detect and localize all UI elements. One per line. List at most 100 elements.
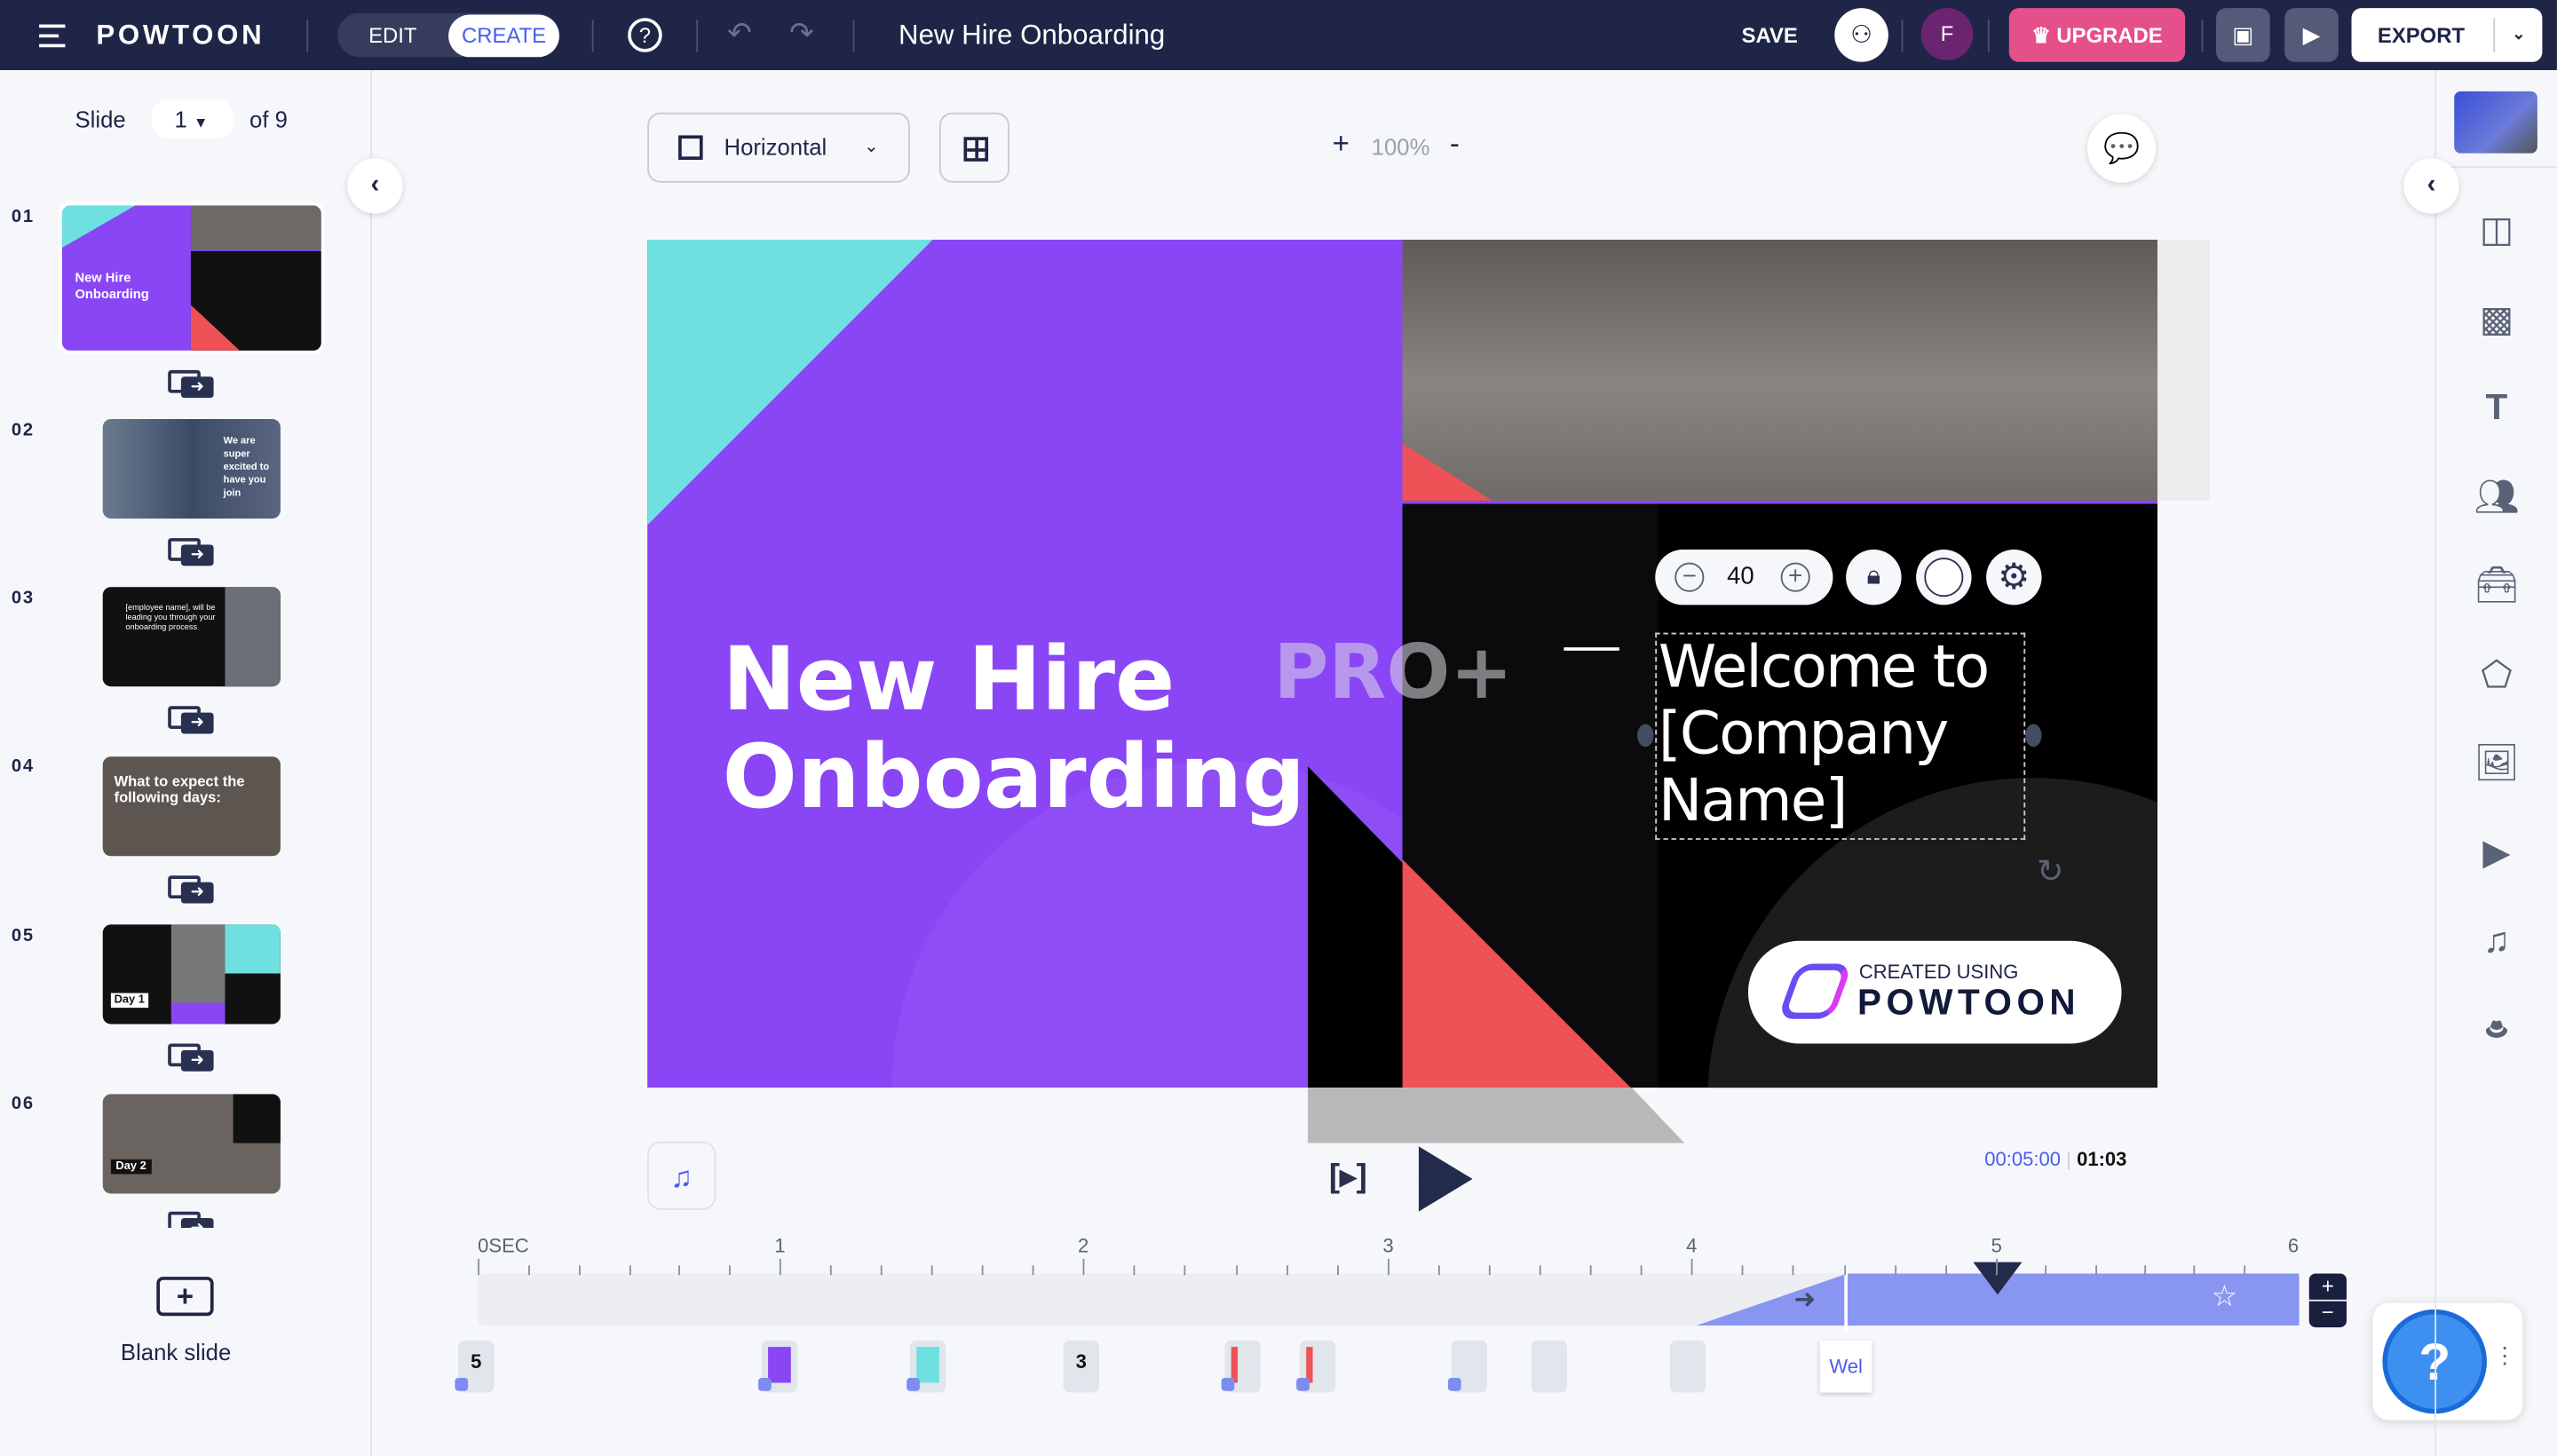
timeline-zoom-in-button[interactable]: + (2308, 1273, 2347, 1300)
music-button[interactable]: ♫ (647, 1141, 716, 1210)
transition-button[interactable]: ➜ (168, 875, 214, 905)
transition-button[interactable]: ➜ (168, 706, 214, 735)
lock-icon[interactable]: 🔒︎ (1846, 549, 1902, 605)
timeline-element-marker[interactable] (906, 1340, 946, 1393)
transition-button[interactable]: ➜ (168, 369, 214, 400)
decrease-size-icon[interactable]: − (1674, 562, 1705, 592)
timeline-element-marker[interactable] (1296, 1340, 1336, 1393)
badge-caption: CREATED USING (1858, 960, 2019, 984)
thumbnail-text: New Hire Onboarding (75, 270, 149, 302)
export-button[interactable]: EXPORT ⌄ (2351, 8, 2543, 62)
slide-thumbnail-1[interactable]: New Hire Onboarding (59, 202, 325, 354)
layouts-icon[interactable]: ◫ (2466, 205, 2528, 254)
upgrade-button[interactable]: ♛ UPGRADE (2008, 8, 2186, 62)
user-avatar[interactable]: F (1920, 8, 1974, 60)
redo-icon[interactable]: ↷ (789, 16, 814, 51)
orientation-dropdown[interactable]: Horizontal ⌄ (647, 112, 910, 183)
slide-thumbnail-5[interactable]: Day 1 (102, 924, 281, 1025)
timeline-element-marker[interactable] (1669, 1340, 1706, 1393)
slide-label: Slide (75, 106, 126, 132)
slide-thumbnail-6[interactable]: Day 2 (102, 1094, 281, 1194)
record-thumbnail[interactable] (2454, 91, 2537, 154)
marker-label: 3 (1075, 1349, 1087, 1373)
timeline-zoom-out-button[interactable]: − (2308, 1301, 2347, 1328)
timeline-tick (578, 1265, 581, 1276)
help-icon[interactable]: ? (628, 18, 662, 52)
timeline-label: 3 (1382, 1234, 1394, 1258)
transition-button[interactable]: ➜ (168, 538, 214, 567)
transition-button[interactable]: ➜ (168, 1043, 214, 1072)
timeline-label: 6 (2287, 1234, 2300, 1258)
add-blank-slide-icon[interactable]: + (156, 1277, 214, 1317)
slide-number: 01 (11, 207, 36, 227)
powtoon-logo-icon (1777, 963, 1853, 1019)
zoom-level: 100% (1371, 133, 1430, 160)
text-icon[interactable]: T (2466, 384, 2528, 432)
timeline-element-marker[interactable]: 3 (1063, 1340, 1099, 1393)
grid-toggle-button[interactable] (938, 112, 1009, 183)
magic-hat-icon[interactable]: 🎩︎ (2466, 1006, 2528, 1055)
blank-slide-button[interactable]: Blank slide (121, 1339, 231, 1365)
rotate-handle-icon[interactable]: ↻ (2037, 851, 2064, 892)
add-comment-button[interactable]: 💬 (2086, 114, 2157, 183)
zoom-out-button[interactable]: - (1450, 127, 1460, 162)
resize-handle-right[interactable] (2025, 724, 2042, 748)
collapse-left-panel-button[interactable]: ‹ (347, 158, 403, 214)
backgrounds-icon[interactable]: ▩ (2466, 295, 2528, 344)
save-button[interactable]: SAVE (1742, 23, 1798, 48)
music-icon[interactable]: ♫ (2466, 916, 2528, 965)
timeline-tick (880, 1265, 883, 1276)
timeline-tick (1082, 1258, 1085, 1276)
timeline-element-marker[interactable] (758, 1340, 798, 1393)
timeline-element-marker[interactable]: 5 (455, 1340, 495, 1393)
zoom-in-button[interactable]: + (1333, 127, 1350, 162)
font-size-value[interactable]: 40 (1727, 550, 1754, 605)
pro-watermark: PRO+ (1273, 628, 1514, 716)
timeline-label: 1 (774, 1234, 786, 1258)
timeline-tick (829, 1265, 832, 1276)
enter-animation-icon[interactable]: ➜ (1793, 1283, 1816, 1316)
slide-number-select[interactable]: 1 ▼ (151, 99, 234, 139)
shapes-icon[interactable]: ⬠ (2466, 651, 2528, 700)
timeline-element-marker[interactable] (1447, 1340, 1488, 1393)
play-from-here-button[interactable]: [▸] (1329, 1156, 1367, 1197)
resize-handle-left[interactable] (1637, 724, 1654, 748)
timeline-tick (1336, 1265, 1339, 1276)
menu-icon[interactable] (39, 24, 66, 48)
active-element-marker[interactable]: Wel (1819, 1340, 1872, 1393)
timeline-element-marker[interactable] (1531, 1340, 1568, 1393)
thumbnail-text: Day 2 (110, 1159, 152, 1175)
collapse-right-panel-button[interactable]: ‹ (2403, 158, 2459, 214)
create-mode-button[interactable]: CREATE (448, 14, 559, 58)
timeline-tick (1133, 1265, 1136, 1276)
export-dropdown-icon[interactable]: ⌄ (2493, 18, 2542, 52)
invite-user-icon[interactable]: ⚇ (1834, 8, 1888, 62)
increase-size-icon[interactable]: + (1780, 562, 1810, 592)
slide-thumbnail-4[interactable]: What to expect the following days: (102, 756, 281, 857)
video-icon[interactable]: ▶ (2466, 828, 2528, 877)
crown-icon: ♛ (2031, 22, 2057, 48)
settings-gear-icon[interactable]: ⚙ (1986, 549, 2042, 605)
welcome-text-box[interactable]: Welcome to [Company Name] (1655, 632, 2026, 840)
present-icon[interactable]: ▣ (2216, 8, 2270, 62)
created-using-powtoon-badge: CREATED USING POWTOON (1747, 940, 2122, 1044)
images-icon[interactable]: 🖼︎ (2466, 739, 2528, 787)
slide-canvas[interactable]: New Hire Onboarding PRO+ − 40 + 🔒︎ ⚙ Wel… (647, 239, 2157, 1088)
color-picker-button[interactable] (1916, 549, 1972, 605)
slide-thumbnail-3[interactable]: [employee name], will be leading you thr… (102, 587, 281, 687)
props-icon[interactable]: 🧰︎ (2466, 561, 2528, 610)
edit-mode-button[interactable]: EDIT (368, 23, 416, 48)
project-title[interactable]: New Hire Onboarding (899, 20, 1165, 52)
slide-thumbnail-2[interactable]: We are super excited to have you join (102, 419, 281, 519)
undo-icon[interactable]: ↶ (727, 16, 752, 51)
transition-button[interactable]: ➜ (168, 1211, 214, 1229)
slides-panel: Slide 1 ▼ of 9 01 New Hire Onboarding ➜ … (0, 69, 372, 1456)
exit-animation-star-icon[interactable]: ☆ (2212, 1280, 2238, 1315)
timeline-element-marker[interactable] (1221, 1340, 1261, 1393)
play-preview-button[interactable]: ▶ (2284, 8, 2339, 62)
lock-icon (906, 1378, 920, 1391)
play-button[interactable] (1418, 1146, 1473, 1212)
characters-icon[interactable]: 👥︎ (2466, 473, 2528, 522)
timeline-tick (779, 1258, 781, 1276)
thumbnail-text: We are super excited to have you join (223, 437, 270, 500)
